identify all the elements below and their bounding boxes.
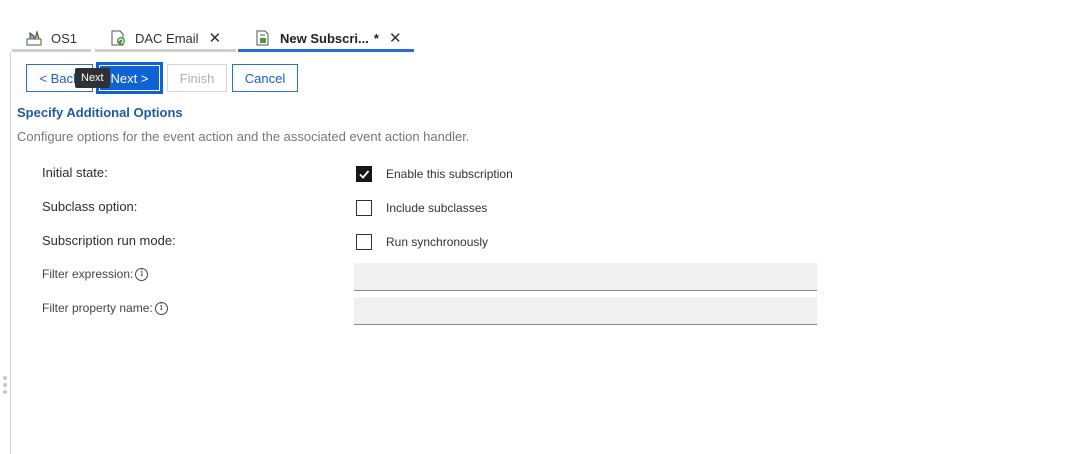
tab-os1[interactable]: OS1: [12, 24, 91, 52]
checkmark-icon: [359, 170, 370, 179]
tab-underline: [238, 49, 414, 52]
panel-divider: [10, 52, 11, 454]
filter-property-label-row: Filter property name: i: [42, 301, 168, 315]
filter-property-label: Filter property name:: [42, 301, 153, 315]
filter-property-input[interactable]: [354, 297, 817, 325]
run-synchronously-option[interactable]: Run synchronously: [356, 234, 488, 250]
enable-subscription-option[interactable]: Enable this subscription: [356, 166, 513, 182]
close-icon[interactable]: ✕: [389, 31, 402, 46]
section-description: Configure options for the event action a…: [17, 129, 470, 144]
subclass-option-label: Subclass option:: [42, 199, 138, 214]
finish-button[interactable]: Finish: [167, 64, 227, 92]
include-subclasses-text: Include subclasses: [386, 201, 488, 215]
include-subclasses-option[interactable]: Include subclasses: [356, 200, 487, 216]
run-mode-label: Subscription run mode:: [42, 233, 176, 248]
info-icon[interactable]: i: [135, 267, 149, 281]
run-synchronously-text: Run synchronously: [386, 235, 489, 249]
document-refresh-icon: [110, 30, 126, 46]
run-synchronously-checkbox[interactable]: [356, 234, 372, 250]
filter-expression-input[interactable]: [354, 263, 817, 291]
unsaved-marker: *: [373, 30, 379, 46]
initial-state-label: Initial state:: [42, 165, 108, 180]
resize-grip-icon[interactable]: [3, 376, 7, 396]
tab-label: DAC Email: [135, 30, 199, 46]
tab-bar: OS1 DAC Email ✕ New Subscri... * ✕: [0, 0, 1092, 52]
tab-label: New Subscri...: [280, 30, 369, 46]
cancel-button[interactable]: Cancel: [232, 64, 298, 92]
tab-underline: [12, 49, 91, 52]
enable-subscription-checkbox[interactable]: [356, 166, 372, 182]
enable-subscription-text: Enable this subscription: [386, 167, 513, 181]
tab-label: OS1: [51, 30, 78, 46]
filter-expression-label-row: Filter expression: i: [42, 267, 149, 281]
subscription-icon: [255, 30, 271, 46]
next-tooltip: Next: [75, 68, 110, 88]
tab-dac-email[interactable]: DAC Email ✕: [95, 24, 236, 52]
section-title: Specify Additional Options: [17, 105, 183, 120]
close-icon[interactable]: ✕: [209, 31, 222, 46]
info-icon[interactable]: i: [154, 301, 168, 315]
tab-new-subscription[interactable]: New Subscri... * ✕: [238, 24, 414, 52]
filter-expression-label: Filter expression:: [42, 267, 134, 281]
include-subclasses-checkbox[interactable]: [356, 200, 372, 216]
tab-underline: [95, 49, 236, 52]
object-store-icon: [26, 30, 42, 46]
